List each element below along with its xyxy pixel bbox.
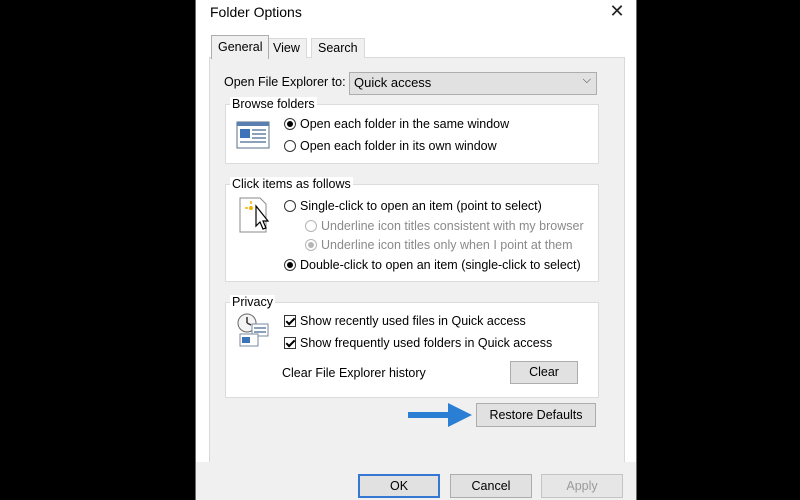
- restore-defaults-button[interactable]: Restore Defaults: [476, 403, 596, 427]
- folder-options-dialog: Folder Options ✕ General View Search Ope…: [195, 0, 637, 500]
- browse-folders-group: [225, 104, 599, 164]
- checkbox-indicator: [284, 337, 296, 349]
- dropdown-arrow-icon: ⌵: [582, 74, 591, 86]
- radio-same-window[interactable]: Open each folder in the same window: [284, 117, 509, 131]
- radio-indicator: [305, 220, 317, 232]
- clear-button[interactable]: Clear: [510, 361, 578, 384]
- tab-general[interactable]: General: [211, 35, 270, 59]
- checkbox-label: Show frequently used folders in Quick ac…: [300, 336, 553, 350]
- checkbox-label: Show recently used files in Quick access: [300, 314, 526, 328]
- tab-search[interactable]: Search: [311, 38, 365, 58]
- radio-indicator: [284, 140, 296, 152]
- open-to-label: Open File Explorer to:: [224, 75, 346, 89]
- ok-button[interactable]: OK: [358, 474, 440, 498]
- close-icon[interactable]: ✕: [606, 0, 628, 22]
- radio-indicator: [305, 239, 317, 251]
- clear-history-label: Clear File Explorer history: [282, 366, 426, 380]
- radio-indicator: [284, 118, 296, 130]
- privacy-icon: [237, 313, 269, 347]
- dialog-title: Folder Options: [210, 4, 302, 20]
- radio-label: Single-click to open an item (point to s…: [300, 199, 542, 213]
- open-to-dropdown[interactable]: Quick access ⌵: [349, 72, 597, 95]
- blue-arrow-icon: [408, 403, 472, 427]
- radio-label: Double-click to open an item (single-cli…: [300, 258, 581, 272]
- radio-label: Open each folder in its own window: [300, 139, 497, 153]
- checkbox-recent-files[interactable]: Show recently used files in Quick access: [284, 314, 526, 328]
- browse-folders-legend: Browse folders: [230, 97, 317, 111]
- radio-indicator: [284, 259, 296, 271]
- apply-button: Apply: [541, 474, 623, 498]
- radio-underline-browser: Underline icon titles consistent with my…: [305, 219, 584, 233]
- radio-underline-point: Underline icon titles only when I point …: [305, 238, 573, 252]
- privacy-legend: Privacy: [230, 295, 275, 309]
- open-to-value: Quick access: [354, 75, 432, 90]
- checkbox-indicator: [284, 315, 296, 327]
- radio-label: Open each folder in the same window: [300, 117, 510, 131]
- radio-own-window[interactable]: Open each folder in its own window: [284, 139, 497, 153]
- checkbox-frequent-folders[interactable]: Show frequently used folders in Quick ac…: [284, 336, 552, 350]
- folder-window-icon: [236, 121, 270, 149]
- click-items-legend: Click items as follows: [230, 177, 353, 191]
- tab-view[interactable]: View: [266, 38, 307, 58]
- radio-label: Underline icon titles consistent with my…: [321, 219, 584, 233]
- radio-indicator: [284, 200, 296, 212]
- pointer-click-icon: [239, 197, 270, 233]
- cancel-button[interactable]: Cancel: [450, 474, 532, 498]
- radio-single-click[interactable]: Single-click to open an item (point to s…: [284, 199, 542, 213]
- radio-label: Underline icon titles only when I point …: [321, 238, 573, 252]
- radio-double-click[interactable]: Double-click to open an item (single-cli…: [284, 258, 581, 272]
